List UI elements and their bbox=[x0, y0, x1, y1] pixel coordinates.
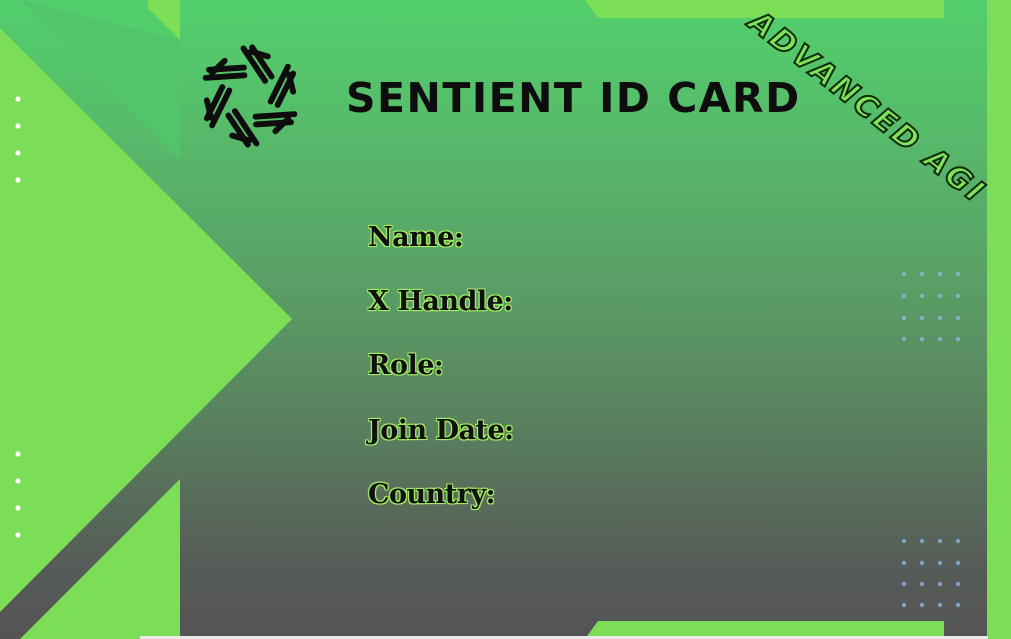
role-label: Role: bbox=[368, 350, 444, 381]
dots-right-upper bbox=[901, 271, 961, 342]
id-card: SENTIENT ID CARD ADVANCED AGI Name: X Ha… bbox=[0, 0, 1011, 639]
join-date-label: Join Date: bbox=[368, 415, 514, 446]
card-title: SENTIENT ID CARD bbox=[346, 74, 801, 122]
right-strip bbox=[987, 0, 1011, 639]
country-label: Country: bbox=[368, 479, 496, 510]
dots-right-lower bbox=[901, 538, 961, 608]
x-handle-label: X Handle: bbox=[368, 286, 513, 317]
sentient-logo-icon bbox=[202, 44, 298, 148]
name-label: Name: bbox=[368, 222, 464, 253]
